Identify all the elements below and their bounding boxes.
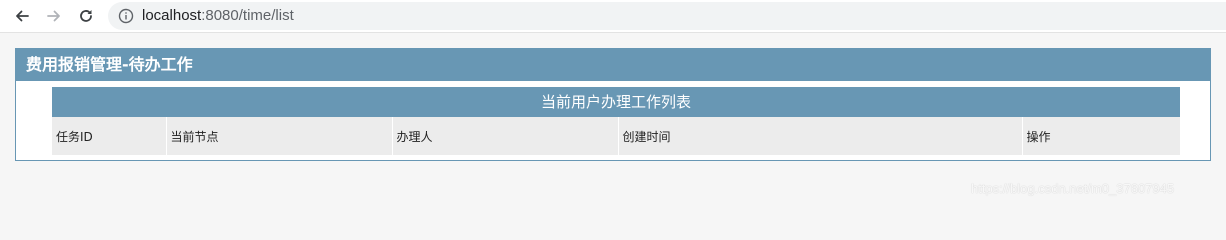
panel-title: 费用报销管理-待办工作	[16, 49, 1210, 81]
url-host: localhost	[142, 7, 202, 24]
reload-button[interactable]	[74, 4, 98, 28]
reload-icon	[80, 10, 92, 22]
address-bar[interactable]: localhost:8080/time/list	[108, 2, 1226, 30]
browser-toolbar: localhost:8080/time/list	[0, 0, 1226, 33]
task-table: 当前用户办理工作列表 任务ID 当前节点 办理人 创建时间 操作	[52, 87, 1181, 155]
info-circle-icon[interactable]	[118, 8, 134, 24]
arrow-left-icon	[16, 10, 29, 22]
url-port-path: :8080/time/list	[201, 7, 294, 24]
column-header-current-node: 当前节点	[165, 117, 392, 155]
table-caption: 当前用户办理工作列表	[52, 87, 1181, 117]
arrow-right-icon	[47, 10, 60, 22]
back-button[interactable]	[10, 4, 34, 28]
table-header-row: 任务ID 当前节点 办理人 创建时间 操作	[52, 117, 1181, 155]
url-text[interactable]: localhost:8080/time/list	[142, 7, 294, 24]
watermark: https://blog.csdn.net/m0_37607945	[971, 181, 1175, 196]
table-caption-row: 当前用户办理工作列表	[52, 87, 1181, 117]
expense-panel: 费用报销管理-待办工作 当前用户办理工作列表 任务ID 当前节点 办理人 创建时…	[15, 48, 1211, 161]
column-header-create-time: 创建时间	[617, 117, 1022, 155]
column-header-task-id: 任务ID	[52, 117, 166, 155]
column-header-assignee: 办理人	[391, 117, 618, 155]
column-header-actions: 操作	[1021, 117, 1181, 155]
forward-button[interactable]	[42, 4, 66, 28]
